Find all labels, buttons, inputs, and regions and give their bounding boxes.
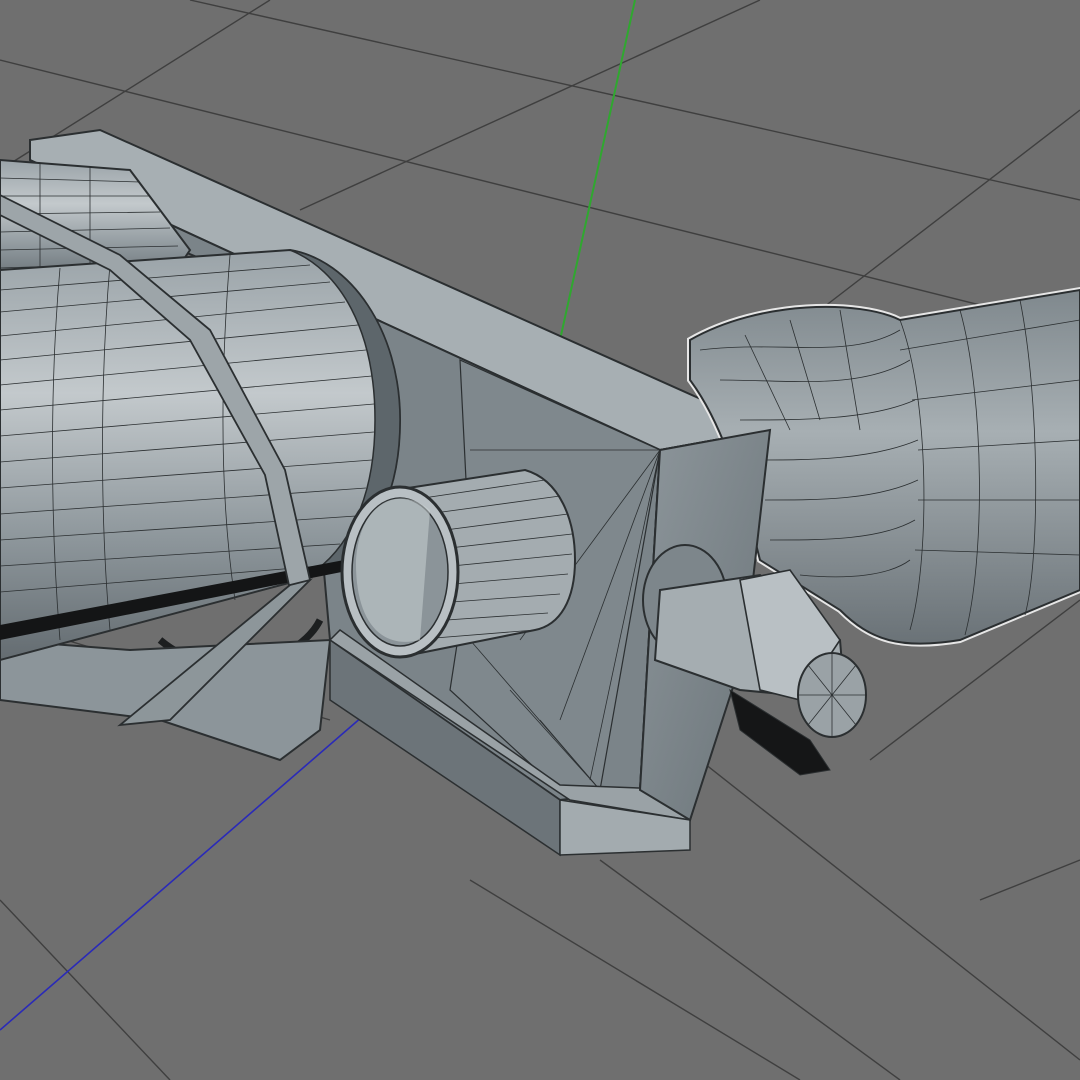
3d-viewport[interactable] <box>0 0 1080 1080</box>
viewport-canvas[interactable] <box>0 0 1080 1080</box>
short-sleeve[interactable] <box>340 468 577 659</box>
